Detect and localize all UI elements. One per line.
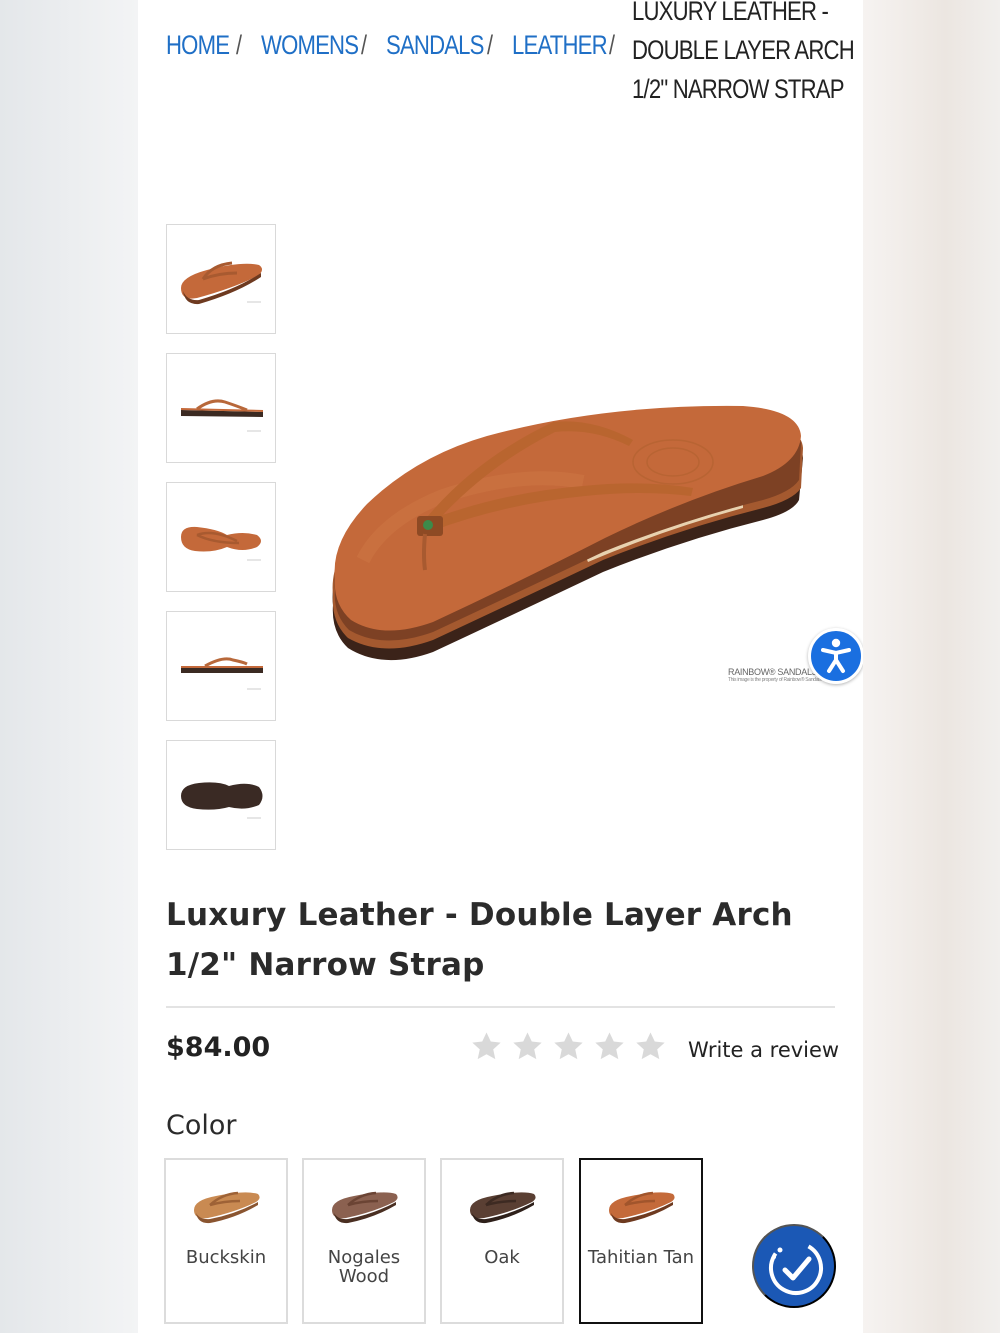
star-empty-icon <box>513 1032 542 1060</box>
thumbnail-sole-view[interactable] <box>166 740 276 850</box>
sandal-thumbnail-image <box>181 261 262 305</box>
product-price: $84.00 <box>166 1032 271 1063</box>
thumbnail-side-view-right[interactable] <box>166 611 276 721</box>
thumbnail-angle-view[interactable] <box>166 224 276 334</box>
accessibility-button[interactable] <box>808 628 863 684</box>
star-empty-icon <box>472 1032 501 1060</box>
product-page: HOME / WOMENS / SANDALS / LEATHER / LUXU… <box>138 0 863 1333</box>
breadcrumb-leather[interactable]: LEATHER <box>512 30 608 61</box>
breadcrumb: HOME / WOMENS / SANDALS / LEATHER / LUXU… <box>166 0 855 110</box>
breadcrumb-sandals[interactable]: SANDALS <box>386 30 484 61</box>
write-review-link[interactable]: Write a review <box>688 1038 839 1062</box>
color-swatch-oak[interactable]: Oak <box>440 1158 564 1324</box>
swatch-sandal-image <box>470 1191 536 1224</box>
accessibility-icon <box>821 638 851 673</box>
sandal-thumbnail-image <box>181 399 263 432</box>
color-swatch-nogales-wood[interactable]: Nogales Wood <box>302 1158 426 1324</box>
star-empty-icon <box>554 1032 583 1060</box>
divider <box>166 1006 835 1008</box>
breadcrumb-separator: / <box>609 30 615 60</box>
swatch-sandal-image <box>194 1191 260 1224</box>
thumbnail-top-view[interactable] <box>166 482 276 592</box>
swatch-sandal-image <box>332 1191 398 1224</box>
breadcrumb-home[interactable]: HOME <box>166 30 230 61</box>
star-empty-icon <box>636 1032 665 1060</box>
breadcrumb-womens[interactable]: WOMENS <box>261 30 359 61</box>
swatch-label: Buckskin <box>185 1247 267 1268</box>
star-empty-icon <box>595 1032 624 1060</box>
color-label: Color <box>166 1110 237 1141</box>
swatch-sandal-image <box>609 1191 675 1224</box>
thumbnail-side-view[interactable] <box>166 353 276 463</box>
breadcrumb-separator: / <box>487 30 493 60</box>
chat-check-icon <box>769 1240 823 1295</box>
sandal-thumbnail-image <box>181 782 263 819</box>
breadcrumb-separator: / <box>236 30 242 60</box>
chat-support-button[interactable] <box>752 1224 836 1308</box>
sandal-thumbnail-image <box>181 657 263 690</box>
swatch-label: Tahitian Tan <box>587 1247 695 1268</box>
rating-stars[interactable] <box>470 1030 667 1070</box>
main-product-image <box>332 405 803 661</box>
color-swatch-buckskin[interactable]: Buckskin <box>164 1158 288 1324</box>
breadcrumb-separator: / <box>361 30 367 60</box>
swatch-label: Nogales Wood <box>327 1247 401 1287</box>
breadcrumb-current: LUXURY LEATHER - DOUBLE LAYER ARCH 1/2" … <box>632 0 855 104</box>
swatch-label: Oak <box>484 1247 520 1268</box>
sandal-thumbnail-image <box>181 526 261 561</box>
product-title: Luxury Leather - Double Layer Arch 1/2" … <box>166 897 793 983</box>
color-swatch-tahitian-tan[interactable]: Tahitian Tan <box>579 1158 703 1324</box>
